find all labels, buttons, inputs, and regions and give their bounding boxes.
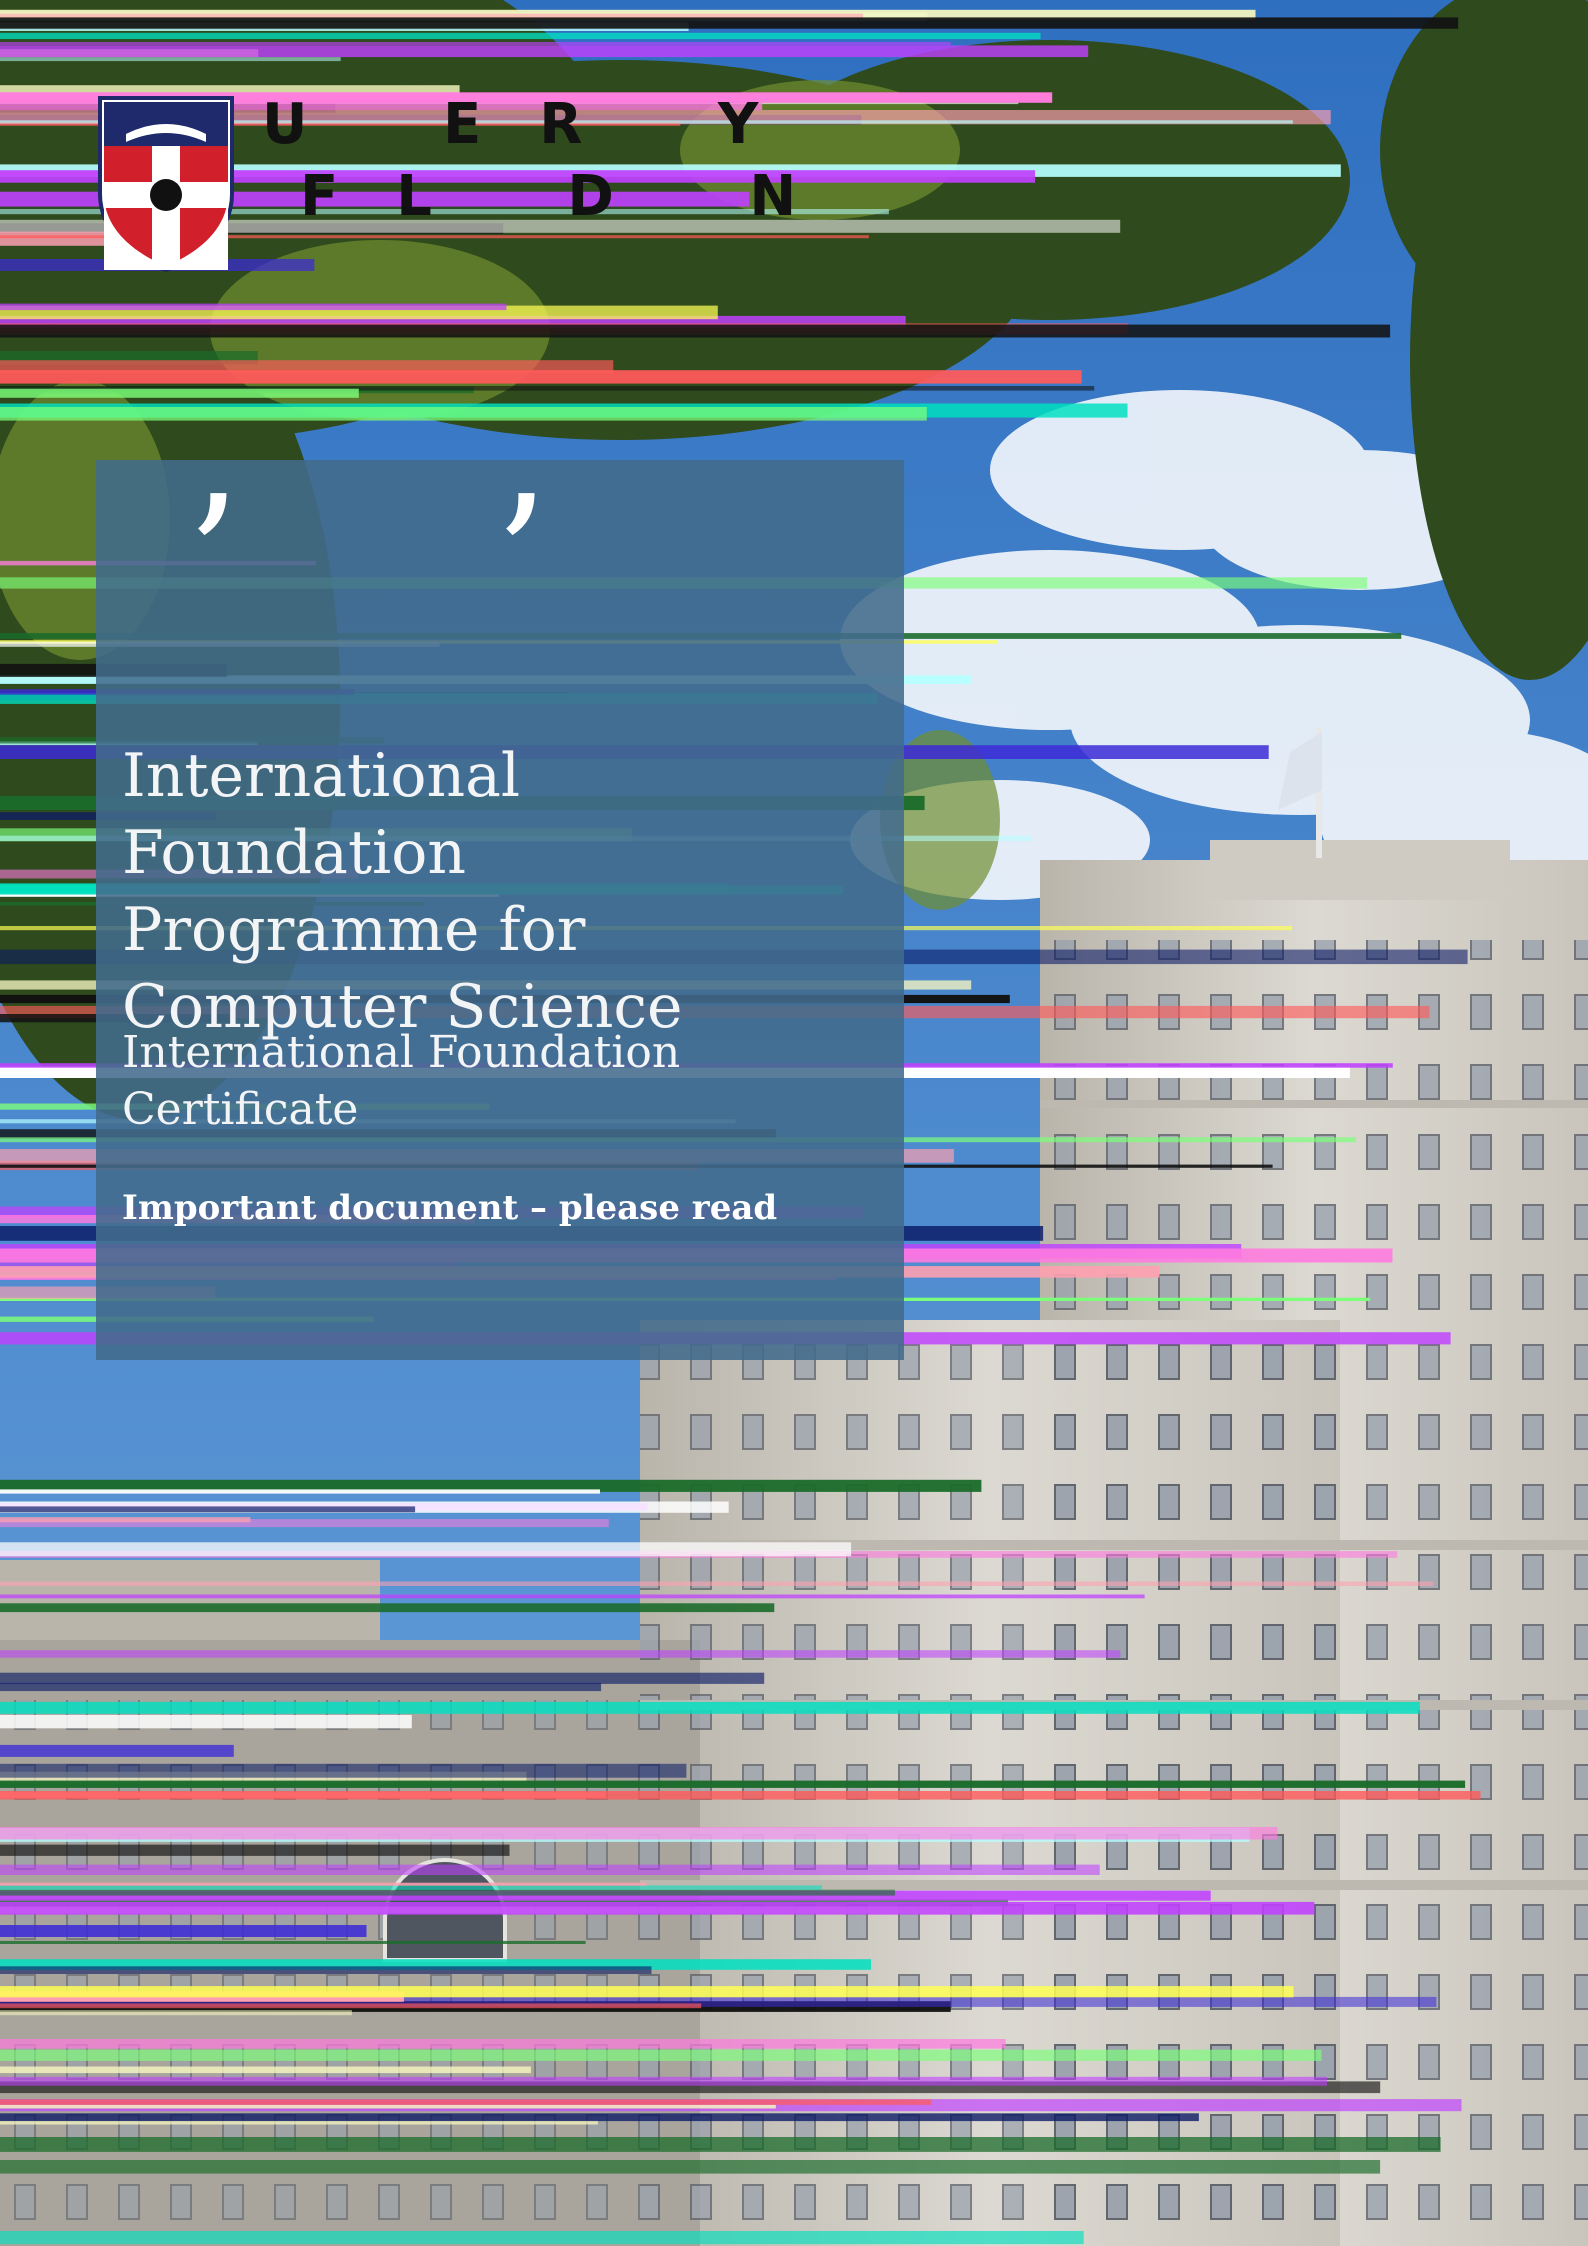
programme-title: International Foundation Programme for C… [122, 738, 882, 1046]
title-panel: ’ ’ International Foundation Programme f… [96, 460, 904, 1360]
important-notice: Important document – please read [122, 1188, 778, 1228]
title-line: Programme for [122, 895, 586, 965]
logo-wordmark-line2: FL D N [300, 164, 855, 229]
title-line: International Foundation [122, 741, 521, 888]
logo-wordmark-line1: U ER Y [262, 92, 817, 157]
subtitle-line: International Foundation [122, 1027, 681, 1078]
subtitle-line: Certificate [122, 1084, 359, 1135]
certificate-subtitle: International Foundation Certificate [122, 1024, 742, 1138]
quote-marks: ’ ’ [186, 460, 649, 658]
university-logo [96, 94, 236, 274]
university-shield-icon [98, 96, 234, 273]
